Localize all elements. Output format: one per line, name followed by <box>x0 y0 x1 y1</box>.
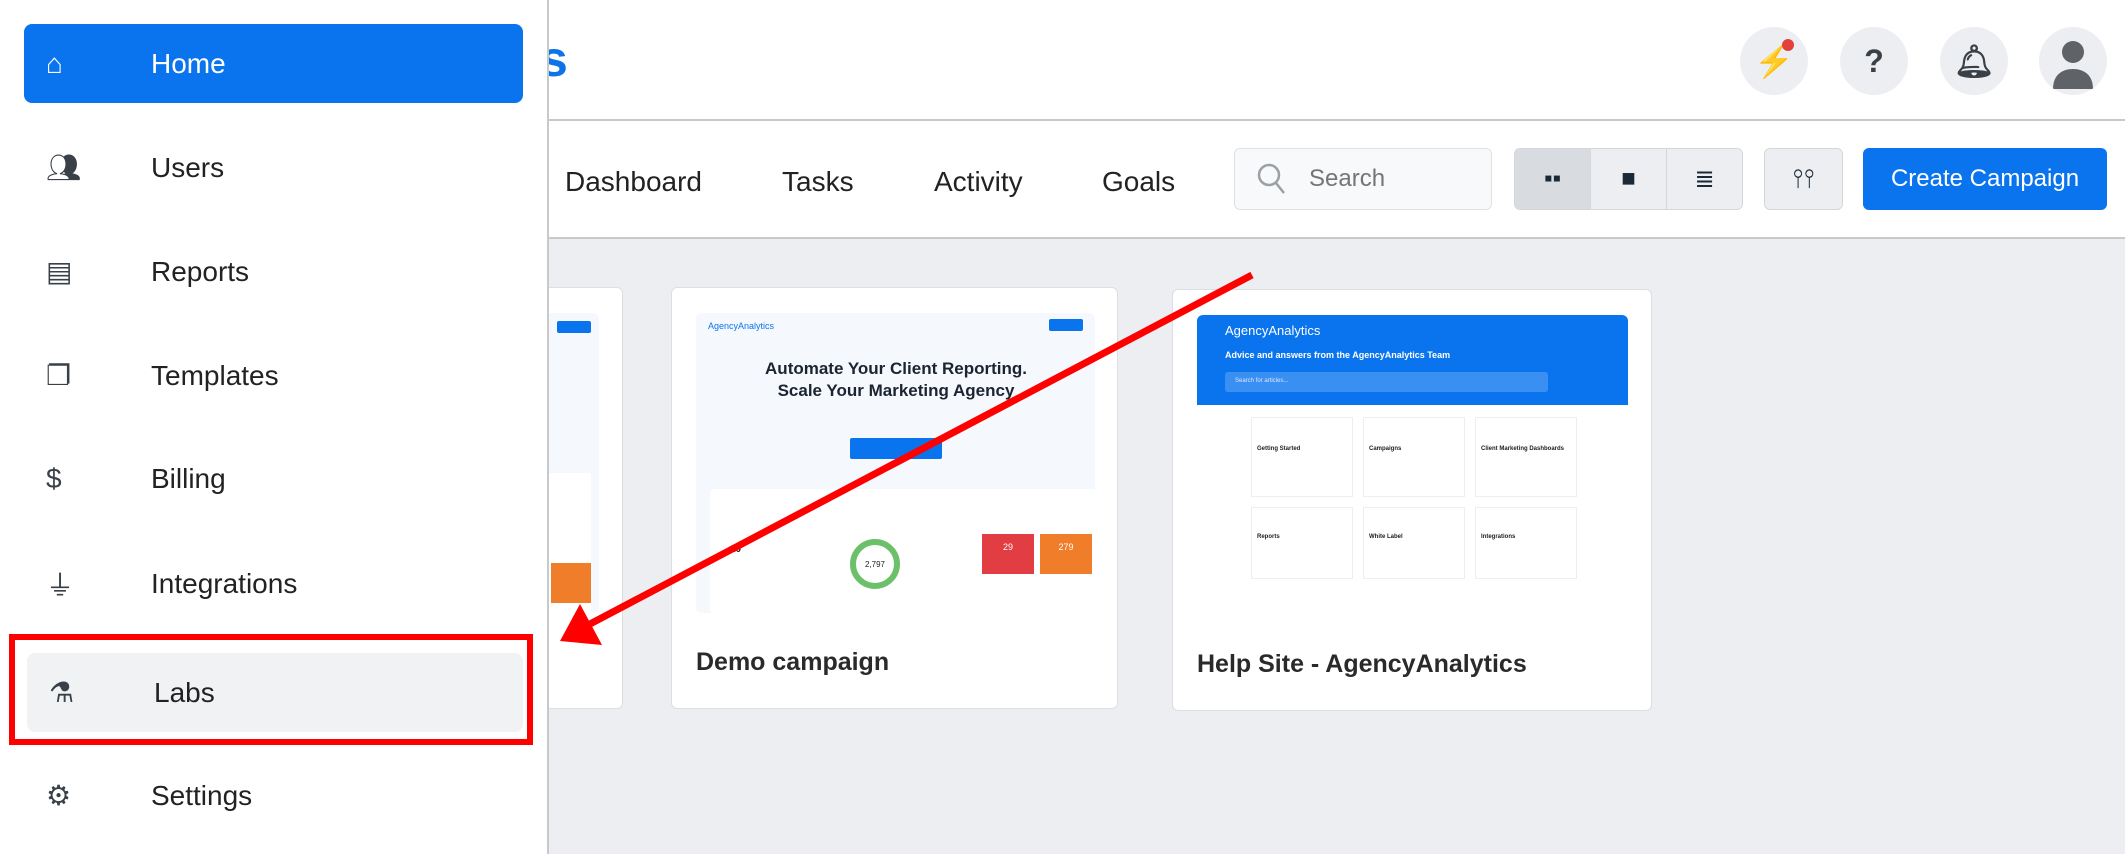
report-icon: ▤ <box>46 256 73 287</box>
templates-icon: ❐ <box>46 360 72 391</box>
sidebar-item-users[interactable]: 👥︎ Users <box>24 128 523 207</box>
sidebar-item-billing[interactable]: $ Billing <box>24 439 523 518</box>
sidebar-item-integrations[interactable]: ⏚ Integrations <box>24 544 523 623</box>
sidebar-item-reports[interactable]: ▤ Reports <box>24 232 523 311</box>
gear-icon: ⚙ <box>46 780 72 811</box>
home-icon: ⌂ <box>46 47 63 79</box>
sidebar-item-templates[interactable]: ❐ Templates <box>24 336 523 415</box>
sidebar-item-home[interactable]: ⌂ Home <box>24 24 523 103</box>
dollar-icon: $ <box>46 462 62 494</box>
users-icon: 👥︎ <box>46 152 82 183</box>
plug-icon: ⏚ <box>46 569 75 601</box>
annotation-highlight-box <box>9 634 533 745</box>
sidebar-item-settings[interactable]: ⚙ Settings <box>24 756 523 835</box>
